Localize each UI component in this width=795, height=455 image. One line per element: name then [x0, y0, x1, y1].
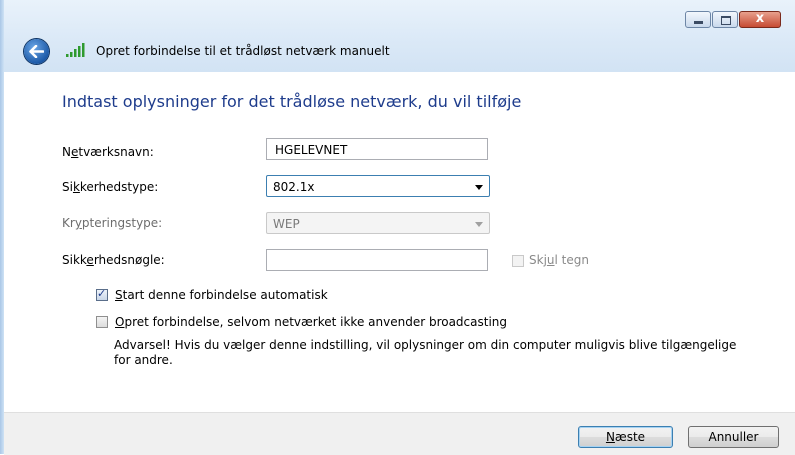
button-bar: [4, 412, 795, 455]
network-name-input[interactable]: HGELEVNET: [266, 138, 488, 160]
maximize-button[interactable]: [712, 11, 738, 28]
page-heading: Indtast oplysninger for det trådløse net…: [62, 92, 522, 111]
connect-hidden-label: Opret forbindelse, selvom netværket ikke…: [115, 315, 508, 329]
back-button[interactable]: [24, 39, 49, 64]
hide-characters-label: Skjul tegn: [529, 253, 589, 267]
cancel-button[interactable]: Annuller: [688, 426, 779, 448]
wireless-signal-icon: [66, 43, 85, 57]
close-icon: x: [755, 11, 765, 26]
security-type-select[interactable]: 802.1x: [266, 175, 490, 197]
back-arrow-icon: [29, 45, 44, 58]
maximize-icon: [721, 16, 731, 25]
security-key-label: Sikkerhedsnøgle:: [62, 253, 165, 267]
minimize-icon: [694, 21, 703, 24]
window-title: Opret forbindelse til et trådløst netvær…: [96, 44, 390, 58]
encryption-type-select[interactable]: WEP: [266, 212, 490, 234]
title-bar: x: [4, 0, 795, 72]
minimize-button[interactable]: [685, 11, 711, 28]
wizard-window: x Opret forbindelse til et trådløst netv…: [0, 0, 795, 455]
broadcast-warning-text: Advarsel! Hvis du vælger denne indstilli…: [114, 338, 737, 367]
next-button[interactable]: Næste: [578, 426, 673, 448]
encryption-type-value: WEP: [273, 217, 300, 231]
auto-start-label: Start denne forbindelse automatisk: [115, 288, 328, 302]
connect-hidden-checkbox[interactable]: [96, 316, 108, 328]
window-controls: x: [685, 11, 781, 28]
dropdown-arrow-icon: [475, 222, 483, 227]
dropdown-arrow-icon: [475, 185, 483, 190]
security-key-input[interactable]: [266, 249, 488, 271]
encryption-type-label: Krypteringstype:: [62, 216, 163, 230]
close-button[interactable]: x: [739, 11, 781, 28]
hide-characters-checkbox[interactable]: [512, 255, 524, 267]
auto-start-checkbox[interactable]: [96, 287, 108, 301]
security-type-label: Sikkerhedstype:: [62, 180, 159, 194]
network-name-label: Netværksnavn:: [62, 145, 154, 159]
security-type-value: 802.1x: [273, 180, 315, 194]
